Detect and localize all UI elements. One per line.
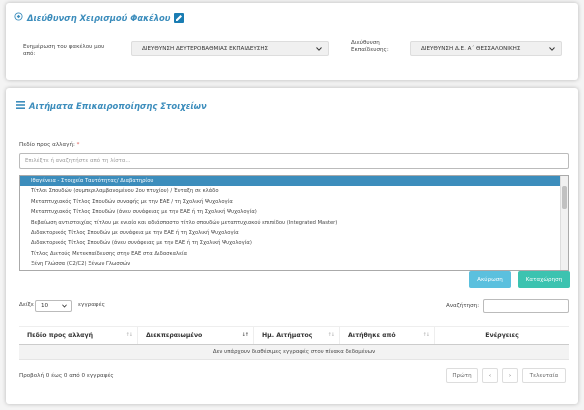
education-directorate-label: Διεύθυνση Εκπαίδευσης: (351, 40, 389, 53)
update-from-value: ΔΙΕΥΘΥΝΣΗ ΔΕΥΤΕΡΟΒΑΘΜΙΑΣ ΕΚΠΑΙΔΕΥΣΗΣ (142, 45, 269, 52)
requests-table: Πεδίο προς αλλαγή ↑↓ Διεκπεραιωμένο ↓↑ Ημ.… (19, 326, 569, 360)
dropdown-option[interactable]: Ιθαγένεια - Στοιχεία Ταυτότητας/ Διαβατη… (20, 176, 568, 187)
list-icon (16, 101, 25, 111)
chevron-down-icon (549, 47, 555, 53)
education-directorate-select[interactable]: ΔΙΕΥΘΥΝΣΗ Δ.Ε. Α΄ ΘΕΣΣΑΛΟΝΙΚΗΣ (410, 41, 562, 56)
dropdown-option[interactable]: Τίτλοι Σπουδών (συμπεριλαμβανομένου 2ου … (20, 186, 568, 196)
pager-next-button[interactable]: › (502, 368, 518, 383)
column-header[interactable]: Διεκπεραιωμένο ↓↑ (138, 327, 254, 344)
folder-globe-icon (14, 12, 23, 23)
pager-prev-button[interactable]: ‹ (482, 368, 498, 383)
edit-icon[interactable] (174, 12, 185, 23)
page-length-select[interactable]: 10 (35, 300, 72, 312)
field-to-change-label: Πεδίο προς αλλαγή: * (19, 142, 80, 148)
column-header[interactable]: Πεδίο προς αλλαγή ↑↓ (19, 327, 138, 344)
table-search-label: Αναζήτηση: (446, 303, 480, 309)
section-title-requests: Αιτήματα Επικαιροποίησης Στοιχείων (16, 101, 207, 111)
field-to-change-search-input[interactable]: Επιλέξτε ή αναζητήστε από τη λίστα... (19, 153, 569, 169)
folder-section-title-text: Διεύθυνση Χειρισμού Φακέλου (27, 12, 171, 23)
sort-icon: ↑↓ (125, 332, 133, 338)
column-header[interactable]: Ημ. Αιτήματος ↑↓ (254, 327, 340, 344)
show-label: Δείξε (19, 302, 34, 308)
section-title-folder: Διεύθυνση Χειρισμού Φακέλου (14, 12, 185, 23)
dropdown-option[interactable]: Διδακτορικός Τίτλος Σπουδών με συνάφεια … (20, 228, 568, 238)
sort-icon: ↑↓ (422, 332, 430, 338)
dropdown-scrollbar[interactable] (560, 176, 568, 270)
table-header: Πεδίο προς αλλαγή ↑↓ Διεκπεραιωμένο ↓↑ Ημ.… (19, 326, 569, 345)
update-requests-panel: Αιτήματα Επικαιροποίησης Στοιχείων Πεδίο… (6, 88, 578, 404)
entries-label: εγγραφές (78, 302, 105, 308)
pager-first-button[interactable]: Πρώτη (446, 368, 478, 383)
dropdown-option[interactable]: Βεβαίωση αντιστοιχίας τίτλου με ενιαίο κ… (20, 218, 568, 228)
submit-button[interactable]: Καταχώρηση (518, 271, 570, 288)
education-directorate-value: ΔΙΕΥΘΥΝΣΗ Δ.Ε. Α΄ ΘΕΣΣΑΛΟΝΙΚΗΣ (421, 45, 521, 52)
dropdown-option[interactable]: Μεταπτυχιακός Τίτλος Σπουδών συναφής με … (20, 197, 568, 207)
field-options-dropdown: Ιθαγένεια - Στοιχεία Ταυτότητας/ Διαβατη… (19, 175, 569, 271)
dropdown-option[interactable]: Μεταπτυχιακός Τίτλος Σπουδών (άνευ συνάφ… (20, 207, 568, 217)
table-search-input[interactable] (483, 299, 569, 313)
dropdown-option[interactable]: Διδακτορικός Τίτλος Σπουδών (άνευ συνάφε… (20, 238, 568, 248)
dropdown-option[interactable]: Ξένη Γλώσσα (C2/C2) Ξένων Γλωσσών (20, 259, 568, 269)
sort-icon: ↑↓ (327, 332, 335, 338)
empty-table-message: Δεν υπάρχουν διαθέσιμες εγγραφές στον πί… (19, 345, 569, 360)
page-length-value: 10 (41, 303, 49, 309)
column-header[interactable]: Αιτήθηκε από ↑↓ (340, 327, 435, 344)
chevron-down-icon (316, 47, 322, 53)
update-from-select[interactable]: ΔΙΕΥΘΥΝΣΗ ΔΕΥΤΕΡΟΒΑΘΜΙΑΣ ΕΚΠΑΙΔΕΥΣΗΣ (131, 41, 329, 56)
update-from-label: Ενημέρωση του φακέλου μου από: (23, 44, 105, 57)
sort-icon: ↓↑ (241, 332, 249, 338)
column-header: Ενέργειες (485, 332, 519, 339)
requests-section-title-text: Αιτήματα Επικαιροποίησης Στοιχείων (29, 101, 207, 111)
scrollbar-thumb[interactable] (562, 186, 567, 209)
folder-handling-panel: Διεύθυνση Χειρισμού Φακέλου Ενημέρωση το… (6, 3, 578, 80)
table-info: Προβολή 0 έως 0 από 0 εγγραφές (19, 373, 114, 379)
chevron-down-icon (62, 304, 67, 310)
cancel-button[interactable]: Ακύρωση (469, 271, 511, 288)
field-placeholder: Επιλέξτε ή αναζητήστε από τη λίστα... (25, 158, 131, 164)
pager-last-button[interactable]: Τελευταία (522, 368, 566, 383)
dropdown-option[interactable]: Τίτλος Διετούς Μετεκπαίδευσης στην ΕΑΕ σ… (20, 249, 568, 259)
